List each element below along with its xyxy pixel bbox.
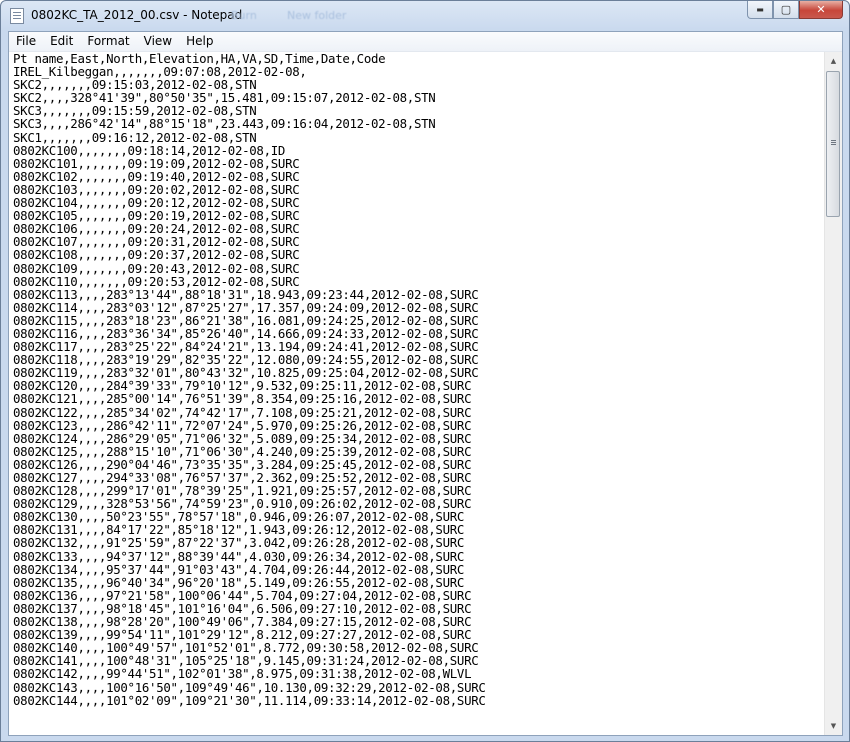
- text-line: 0802KC115,,,,283°18'23",86°21'38",16.081…: [13, 312, 479, 328]
- text-line: 0802KC108,,,,,,,09:20:37,2012-02-08,SURC: [13, 247, 300, 263]
- text-line: 0802KC100,,,,,,,09:18:14,2012-02-08,ID: [13, 142, 286, 158]
- text-line: 0802KC143,,,,100°16'50",109°49'46",10.13…: [13, 679, 486, 695]
- text-line: 0802KC121,,,,285°00'14",76°51'39",8.354,…: [13, 391, 472, 407]
- maximize-button[interactable]: ▢: [773, 1, 799, 19]
- menu-view[interactable]: View: [137, 32, 179, 51]
- scroll-up-arrow-icon[interactable]: ▲: [826, 53, 841, 69]
- text-line: 0802KC135,,,,96°40'34",96°20'18",5.149,0…: [13, 574, 465, 590]
- notepad-window: 0802KC_TA_2012_00.csv - Notepad Burn New…: [0, 0, 850, 742]
- grip-icon: [831, 140, 836, 141]
- text-editor[interactable]: Pt name,East,North,Elevation,HA,VA,SD,Ti…: [9, 52, 824, 735]
- title-bar[interactable]: 0802KC_TA_2012_00.csv - Notepad Burn New…: [1, 1, 849, 31]
- text-line: 0802KC122,,,,285°34'02",74°42'17",7.108,…: [13, 404, 472, 420]
- text-line: 0802KC124,,,,286°29'05",71°06'32",5.089,…: [13, 430, 472, 446]
- text-line: 0802KC102,,,,,,,09:19:40,2012-02-08,SURC: [13, 168, 300, 184]
- ghost-new-folder-text: New folder: [287, 9, 347, 22]
- scroll-down-arrow-icon[interactable]: ▼: [826, 718, 841, 734]
- menu-edit[interactable]: Edit: [43, 32, 80, 51]
- menu-format[interactable]: Format: [80, 32, 136, 51]
- close-button[interactable]: ✕: [799, 1, 843, 19]
- vertical-scrollbar[interactable]: ▲ ▼: [824, 52, 842, 735]
- window-controls: ▬ ▢ ✕: [747, 1, 843, 21]
- ghost-burn-text: Burn: [231, 9, 257, 22]
- text-line: 0802KC132,,,,91°25'59",87°22'37",3.042,0…: [13, 535, 465, 551]
- scroll-thumb[interactable]: [826, 71, 840, 217]
- minimize-button[interactable]: ▬: [747, 1, 773, 19]
- notepad-icon: [10, 8, 24, 24]
- text-line: 0802KC114,,,,283°03'12",87°25'27",17.357…: [13, 299, 479, 315]
- text-line: SKC1,,,,,,,09:16:12,2012-02-08,STN: [13, 129, 257, 145]
- text-line: 0802KC144,,,,101°02'09",109°21'30",11.11…: [13, 692, 486, 708]
- text-line: 0802KC113,,,,283°13'44",88°18'31",18.943…: [13, 286, 479, 302]
- text-line: 0802KC125,,,,288°15'10",71°06'30",4.240,…: [13, 443, 472, 459]
- text-line: 0802KC110,,,,,,,09:20:53,2012-02-08,SURC: [13, 273, 300, 289]
- text-line: 0802KC133,,,,94°37'12",88°39'44",4.030,0…: [13, 548, 465, 564]
- text-line: 0802KC136,,,,97°21'58",100°06'44",5.704,…: [13, 587, 472, 603]
- menu-file[interactable]: File: [9, 32, 43, 51]
- text-line: 0802KC142,,,,99°44'51",102°01'38",8.975,…: [13, 666, 472, 682]
- text-line: 0802KC109,,,,,,,09:20:43,2012-02-08,SURC: [13, 260, 300, 276]
- menu-bar: File Edit Format View Help: [9, 32, 842, 52]
- window-title: 0802KC_TA_2012_00.csv - Notepad: [31, 8, 243, 22]
- maximize-icon: ▢: [780, 3, 792, 16]
- text-line: SKC3,,,,286°42'14",88°15'18",23.443,09:1…: [13, 116, 436, 132]
- text-line: 0802KC134,,,,95°37'44",91°03'43",4.704,0…: [13, 561, 465, 577]
- client-area: File Edit Format View Help Pt name,East,…: [8, 31, 843, 736]
- minimize-icon: ▬: [756, 5, 764, 14]
- text-line: 0802KC123,,,,286°42'11",72°07'24",5.970,…: [13, 417, 472, 433]
- menu-help[interactable]: Help: [179, 32, 220, 51]
- text-line: 0802KC101,,,,,,,09:19:09,2012-02-08,SURC: [13, 155, 300, 171]
- close-icon: ✕: [816, 3, 826, 16]
